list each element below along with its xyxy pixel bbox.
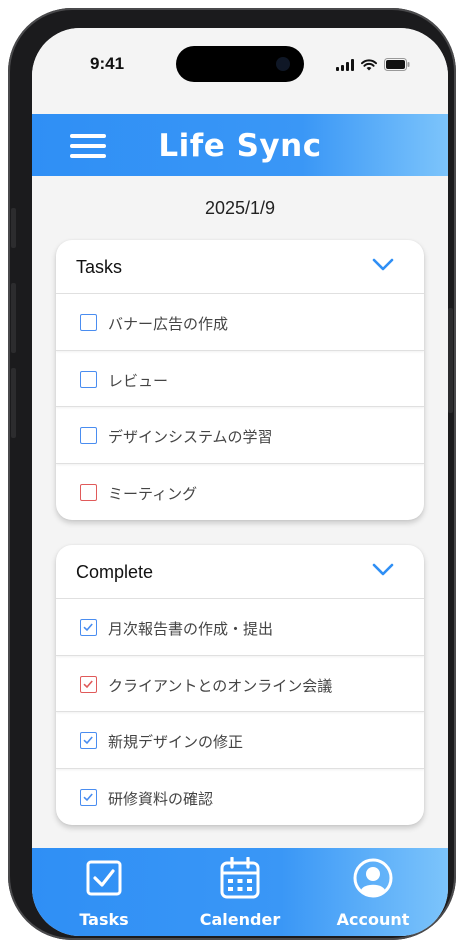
task-row[interactable]: ミーティング — [56, 464, 424, 521]
chevron-down-icon[interactable] — [372, 258, 394, 272]
completed-task-label: 月次報告書の作成・提出 — [108, 620, 274, 638]
tab-calender-label: Calender — [199, 910, 281, 929]
completed-task-label: 研修資料の確認 — [108, 789, 214, 808]
tasks-card-title: Tasks — [76, 257, 123, 277]
completed-task-label: 新規デザインの修正 — [108, 733, 244, 751]
bottom-tab-bar: Tasks Calender Account — [32, 848, 448, 936]
checked-checkbox[interactable] — [80, 675, 97, 693]
task-label: バナー広告の作成 — [108, 315, 229, 333]
checked-checkbox[interactable] — [80, 732, 97, 749]
complete-card-title: Complete — [76, 562, 154, 582]
task-label: デザインシステムの学習 — [108, 428, 273, 446]
checkmark-icon — [83, 623, 93, 632]
dynamic-island — [176, 46, 304, 82]
tab-account[interactable]: Account — [323, 856, 423, 929]
tab-calender[interactable]: Calender — [190, 856, 290, 929]
volume-down-button — [11, 368, 16, 438]
completed-task-label: クライアントとのオンライン会議 — [108, 676, 333, 695]
task-checkbox[interactable] — [80, 427, 97, 444]
checkmark-icon — [83, 736, 93, 745]
app-header: Life Sync — [32, 114, 448, 176]
checked-checkbox[interactable] — [80, 619, 97, 636]
complete-card-header[interactable]: Complete — [56, 545, 424, 599]
battery-icon — [384, 58, 410, 71]
completed-task-row[interactable]: 新規デザインの修正 — [56, 712, 424, 769]
completed-task-row[interactable]: 月次報告書の作成・提出 — [56, 599, 424, 656]
account-icon — [353, 858, 393, 898]
signal-icon — [336, 58, 354, 71]
completed-task-row[interactable]: クライアントとのオンライン会議 — [56, 656, 424, 712]
camera-icon — [276, 57, 290, 71]
tab-tasks[interactable]: Tasks — [54, 856, 154, 929]
screen: 9:41 Life Sync 2025/1/9 Tasks バナー広告の作成 レ… — [32, 28, 448, 936]
task-checkbox[interactable] — [80, 370, 97, 388]
calendar-icon — [220, 857, 260, 899]
task-row[interactable]: バナー広告の作成 — [56, 294, 424, 351]
completed-task-row[interactable]: 研修資料の確認 — [56, 769, 424, 826]
chevron-down-icon[interactable] — [372, 563, 394, 577]
checkbox-icon — [86, 860, 122, 896]
phone-frame: 9:41 Life Sync 2025/1/9 Tasks バナー広告の作成 レ… — [8, 8, 456, 940]
action-button — [11, 208, 16, 248]
task-label: ミーティング — [108, 484, 198, 503]
task-row[interactable]: レビュー — [56, 351, 424, 407]
checkmark-icon — [83, 792, 93, 801]
checked-checkbox[interactable] — [80, 788, 97, 806]
complete-card: Complete 月次報告書の作成・提出 クライアントとのオンライン会議 新規デ… — [56, 545, 424, 825]
volume-up-button — [11, 283, 16, 353]
current-date: 2025/1/9 — [204, 198, 276, 218]
task-row[interactable]: デザインシステムの学習 — [56, 407, 424, 464]
wifi-icon — [361, 58, 377, 71]
app-title: Life Sync — [158, 128, 322, 164]
checkmark-icon — [83, 679, 93, 688]
status-icons — [336, 58, 410, 71]
status-bar: 9:41 — [32, 28, 448, 114]
tasks-card-header[interactable]: Tasks — [56, 240, 424, 294]
tab-account-label: Account — [336, 910, 410, 929]
power-button — [448, 308, 453, 413]
status-time: 9:41 — [90, 54, 125, 73]
tab-tasks-label: Tasks — [79, 910, 129, 929]
task-label: レビュー — [108, 371, 169, 390]
task-checkbox[interactable] — [80, 314, 97, 331]
task-checkbox[interactable] — [80, 483, 97, 501]
tasks-card: Tasks バナー広告の作成 レビュー デザインシステムの学習 ミーティング — [56, 240, 424, 520]
